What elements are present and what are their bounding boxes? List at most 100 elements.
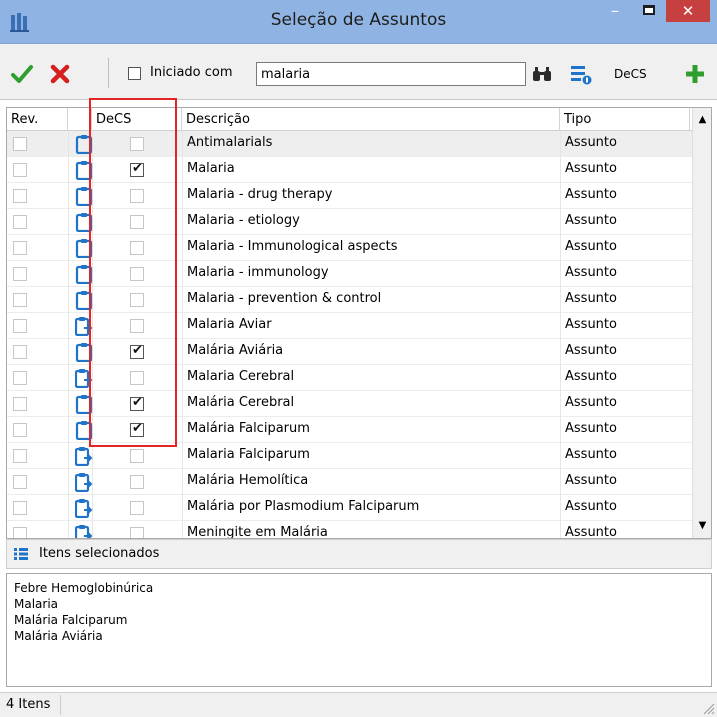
column-header-icon[interactable] [68,108,92,131]
decs-list-icon[interactable] [570,63,592,85]
clipboard-arrow-icon[interactable] [74,472,93,493]
search-input[interactable] [256,62,526,86]
column-header-tipo[interactable]: Tipo [560,108,690,131]
clipboard-arrow-icon[interactable] [74,316,93,337]
decs-checkbox[interactable] [130,137,144,151]
table-row[interactable]: Malária Aviária Assunto [7,339,693,365]
decs-checkbox[interactable] [130,421,144,437]
column-divider [68,339,69,365]
add-plus-icon[interactable] [683,62,707,86]
column-divider [182,417,183,443]
maximize-button[interactable] [634,0,664,24]
column-divider [182,495,183,521]
column-divider [182,183,183,209]
rev-checkbox[interactable] [13,293,27,307]
rev-checkbox[interactable] [13,267,27,281]
iniciado-com-checkbox[interactable] [128,67,141,80]
decs-checkbox[interactable] [130,241,144,255]
table-row[interactable]: Antimalarials Assunto [7,131,693,157]
decs-checkbox[interactable] [130,293,144,307]
decs-checkbox[interactable] [130,449,144,463]
cancel-x-icon[interactable] [48,62,72,86]
rev-checkbox[interactable] [13,163,27,177]
table-row[interactable]: Malaria - immunology Assunto [7,261,693,287]
title-bar: Seleção de Assuntos – ✕ [0,0,717,44]
scroll-up-arrow-icon[interactable]: ▲ [693,110,711,130]
decs-checkbox[interactable] [130,189,144,203]
list-item[interactable]: Malária Falciparum [14,612,704,628]
selected-items-list[interactable]: Febre Hemoglobinúrica Malaria Malária Falc… [6,573,712,687]
clipboard-icon[interactable] [75,420,93,441]
clipboard-icon[interactable] [75,238,93,259]
rev-checkbox[interactable] [13,449,27,463]
table-row[interactable]: Malaria Cerebral Assunto [7,365,693,391]
rev-checkbox[interactable] [13,189,27,203]
table-row[interactable]: Malária Hemolítica Assunto [7,469,693,495]
decs-checkbox[interactable] [130,475,144,489]
vertical-scrollbar[interactable]: ▲ ▼ [692,108,711,538]
decs-checkbox[interactable] [130,215,144,229]
column-header-rev[interactable]: Rev. [7,108,68,131]
resize-grip-icon[interactable] [703,703,715,715]
column-divider [182,339,183,365]
rev-checkbox[interactable] [13,137,27,151]
clipboard-icon[interactable] [75,394,93,415]
rev-checkbox[interactable] [13,345,27,359]
clipboard-icon[interactable] [75,212,93,233]
clipboard-icon[interactable] [75,160,93,181]
table-row[interactable]: Malaria - etiology Assunto [7,209,693,235]
decs-checkbox[interactable] [130,527,144,538]
column-divider [560,521,561,538]
decs-checkbox[interactable] [130,267,144,281]
table-row[interactable]: Malaria Aviar Assunto [7,313,693,339]
table-row[interactable]: Malaria Assunto [7,157,693,183]
rev-checkbox[interactable] [13,215,27,229]
table-row[interactable]: Malária Falciparum Assunto [7,417,693,443]
decs-checkbox[interactable] [130,319,144,333]
column-divider [68,417,69,443]
decs-checkbox[interactable] [130,395,144,411]
column-divider [560,313,561,339]
rev-checkbox[interactable] [13,423,27,437]
clipboard-arrow-icon[interactable] [74,368,93,389]
table-row[interactable]: Malaria - drug therapy Assunto [7,183,693,209]
rev-checkbox[interactable] [13,397,27,411]
rev-checkbox[interactable] [13,475,27,489]
rev-checkbox[interactable] [13,527,27,538]
rev-checkbox[interactable] [13,319,27,333]
scroll-down-arrow-icon[interactable]: ▼ [693,516,711,536]
table-row[interactable]: Malaria Falciparum Assunto [7,443,693,469]
list-item[interactable]: Febre Hemoglobinúrica [14,580,704,596]
list-item[interactable]: Malária Aviária [14,628,704,644]
clipboard-icon[interactable] [75,186,93,207]
rev-checkbox[interactable] [13,241,27,255]
close-button[interactable]: ✕ [666,0,710,22]
minimize-button[interactable]: – [600,0,630,24]
clipboard-arrow-icon[interactable] [74,446,93,467]
decs-checkbox[interactable] [130,501,144,515]
confirm-check-icon[interactable] [10,62,34,86]
clipboard-icon[interactable] [75,134,93,155]
table-row[interactable]: Malaria - Immunological aspects Assunto [7,235,693,261]
binoculars-icon[interactable] [532,66,552,82]
table-row[interactable]: Malária por Plasmodium Falciparum Assunto [7,495,693,521]
table-row[interactable]: Malaria - prevention & control Assunto [7,287,693,313]
rev-checkbox[interactable] [13,371,27,385]
list-item[interactable]: Malaria [14,596,704,612]
column-header-descricao[interactable]: Descrição [182,108,560,131]
column-header-decs[interactable]: DeCS [92,108,182,131]
row-tipo: Assunto [565,421,617,436]
column-divider [68,209,69,235]
table-row[interactable]: Malária Cerebral Assunto [7,391,693,417]
decs-checkbox[interactable] [130,161,144,177]
clipboard-arrow-icon[interactable] [74,524,93,538]
decs-checkbox[interactable] [130,343,144,359]
clipboard-arrow-icon[interactable] [74,498,93,519]
clipboard-icon[interactable] [75,290,93,311]
decs-button-label[interactable]: DeCS [614,67,647,81]
decs-checkbox[interactable] [130,371,144,385]
table-row[interactable]: Meningite em Malária Assunto [7,521,693,538]
clipboard-icon[interactable] [75,264,93,285]
rev-checkbox[interactable] [13,501,27,515]
clipboard-icon[interactable] [75,342,93,363]
